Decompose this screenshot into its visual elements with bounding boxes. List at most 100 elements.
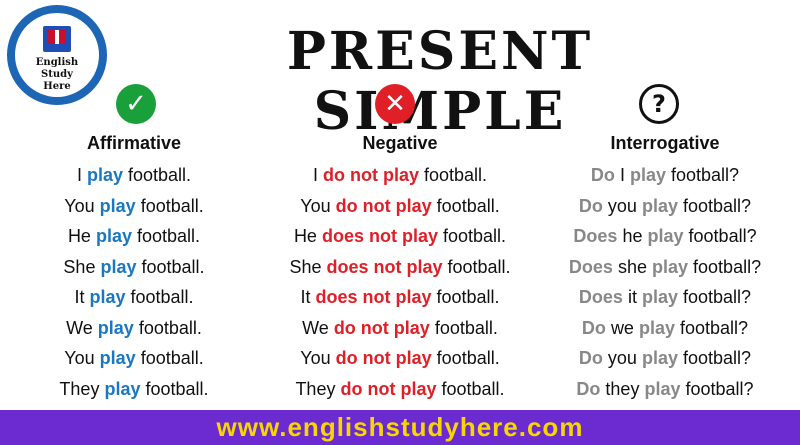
subject: We <box>66 317 93 338</box>
subject: It <box>300 287 311 307</box>
object: football? <box>680 317 749 338</box>
negative-sentence: She does not play football. <box>270 252 530 283</box>
negative-sentence: I do not play football. <box>270 160 530 191</box>
negative-sentence: We do not play football. <box>270 313 530 344</box>
auxiliary-verb: Do <box>576 378 601 399</box>
verb-phrase: do not play <box>333 317 430 338</box>
uk-flag-icon <box>48 30 66 44</box>
verb-phrase: do not play <box>340 378 437 399</box>
subject: He <box>293 226 317 246</box>
verb-phrase: does not play <box>315 287 432 307</box>
verb-phrase: play <box>651 256 689 277</box>
subject: You <box>64 195 95 216</box>
verb-phrase: play <box>95 226 132 246</box>
object: football. <box>434 317 498 338</box>
negative-sentence: It does not play football. <box>270 282 530 313</box>
negative-sentence: You do not play football. <box>270 343 530 374</box>
negative-sentence: You do not play football. <box>270 191 530 222</box>
subject: You <box>300 195 331 216</box>
affirmative-heading: Affirmative <box>86 133 182 153</box>
subject: I <box>76 165 82 185</box>
logo-line-1: English Study <box>35 57 79 80</box>
object: football. <box>140 348 204 368</box>
object: football. <box>436 348 500 368</box>
subject: We <box>302 317 329 338</box>
subject: She <box>63 256 96 277</box>
subject: he <box>622 226 643 246</box>
verb-phrase: play <box>97 317 134 338</box>
verb-phrase: play <box>644 378 681 399</box>
auxiliary-verb: Do <box>581 317 606 338</box>
object: football? <box>683 195 752 216</box>
affirmative-sentence: We play football. <box>4 313 264 344</box>
subject: It <box>74 287 85 307</box>
auxiliary-verb: Does <box>573 226 618 246</box>
object: football. <box>436 287 500 307</box>
object: football. <box>128 165 192 185</box>
subject: you <box>607 195 637 216</box>
verb-phrase: does not play <box>326 256 443 277</box>
object: football. <box>137 226 201 246</box>
affirmative-sentence: You play football. <box>4 343 264 374</box>
subject: You <box>64 348 95 368</box>
negative-heading: Negative <box>362 133 438 153</box>
object: football? <box>685 378 754 399</box>
cross-icon: ✕ <box>375 84 415 124</box>
verb-phrase: play <box>641 348 678 368</box>
object: football? <box>683 287 752 307</box>
object: football. <box>141 256 205 277</box>
interrogative-sentence: Do we play football? <box>535 313 795 344</box>
verb-phrase: play <box>641 287 678 307</box>
page-title: PRESENT SIMPLE <box>286 21 594 142</box>
auxiliary-verb: Does <box>578 287 623 307</box>
site-logo: English Study Here <box>7 5 107 105</box>
negative-sentence: He does not play football. <box>270 221 530 252</box>
object: football. <box>441 378 505 399</box>
subject: He <box>67 226 91 246</box>
object: football. <box>140 195 204 216</box>
verb-phrase: play <box>647 226 684 246</box>
verb-phrase: play <box>629 165 666 185</box>
interrogative-column: Interrogative Do I play football? Do you … <box>535 132 795 404</box>
interrogative-sentence: Does he play football? <box>535 221 795 252</box>
negative-column: Negative I do not play football. You do n… <box>270 132 530 404</box>
logo-text: English Study Here <box>19 57 95 93</box>
object: football. <box>436 195 500 216</box>
interrogative-sentence: Do I play football? <box>535 160 795 191</box>
object: football. <box>443 226 507 246</box>
affirmative-sentence: You play football. <box>4 191 264 222</box>
question-icon: ? <box>639 84 679 124</box>
verb-phrase: does not play <box>321 226 438 246</box>
auxiliary-verb: Do <box>578 195 603 216</box>
check-icon: ✓ <box>116 84 156 124</box>
object: football? <box>688 226 757 246</box>
verb-phrase: play <box>100 256 137 277</box>
subject: it <box>627 287 637 307</box>
interrogative-heading: Interrogative <box>610 133 720 153</box>
auxiliary-verb: Do <box>590 165 615 185</box>
verb-phrase: play <box>99 348 136 368</box>
verb-phrase: do not play <box>335 195 432 216</box>
interrogative-sentence: Do they play football? <box>535 374 795 405</box>
subject: we <box>610 317 634 338</box>
auxiliary-verb: Does <box>568 256 613 277</box>
object: football? <box>683 348 752 368</box>
affirmative-sentence: I play football. <box>4 160 264 191</box>
footer-url[interactable]: www.englishstudyhere.com <box>0 410 800 445</box>
interrogative-sentence: Do you play football? <box>535 343 795 374</box>
interrogative-sentence: Does she play football? <box>535 252 795 283</box>
object: football. <box>447 256 511 277</box>
subject: you <box>607 348 637 368</box>
object: football. <box>130 287 194 307</box>
subject: I <box>619 165 625 185</box>
verb-phrase: play <box>638 317 675 338</box>
interrogative-sentence: Does it play football? <box>535 282 795 313</box>
subject: She <box>289 256 322 277</box>
object: football. <box>138 317 202 338</box>
negative-sentence: They do not play football. <box>270 374 530 405</box>
auxiliary-verb: Do <box>578 348 603 368</box>
object: football. <box>424 165 488 185</box>
subject: They <box>295 378 336 399</box>
object: football? <box>671 165 740 185</box>
verb-phrase: play <box>89 287 126 307</box>
